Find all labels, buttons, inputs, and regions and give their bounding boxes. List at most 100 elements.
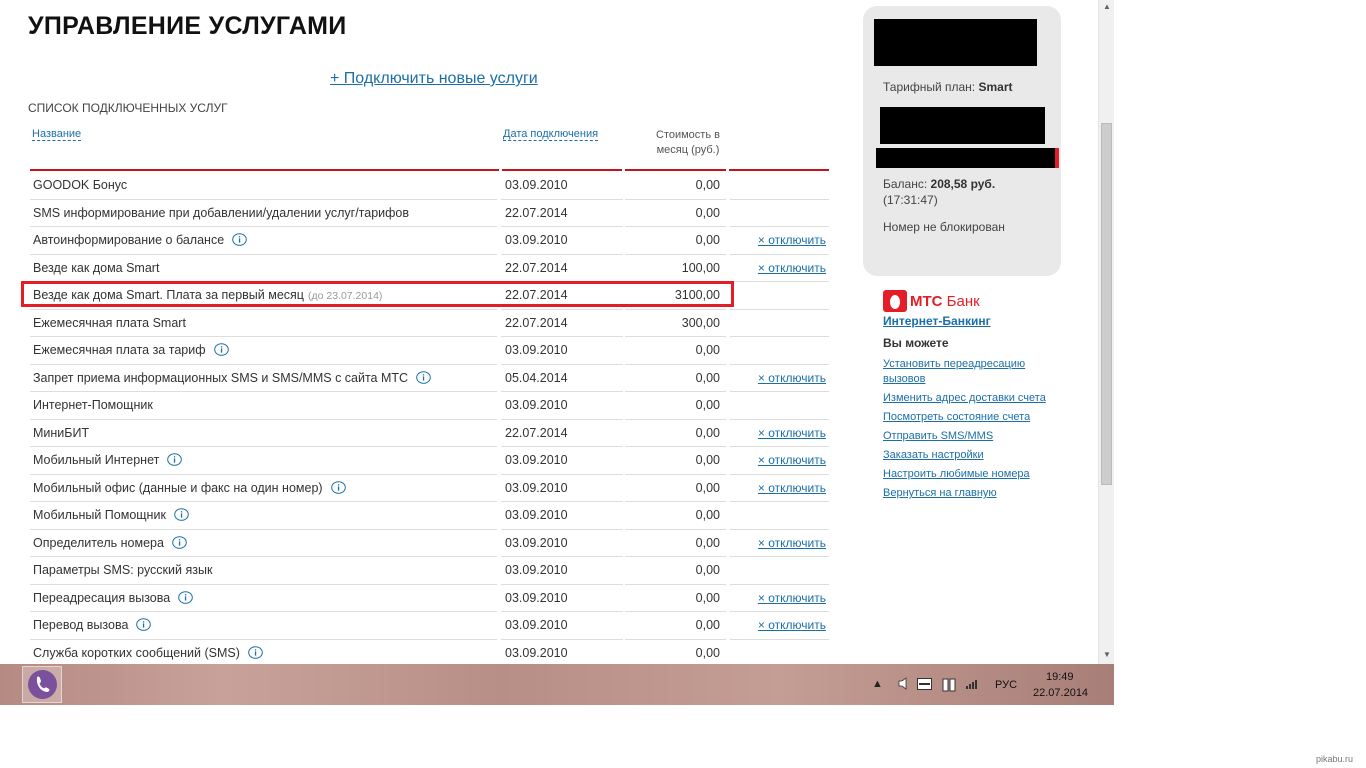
balance-value: 208,58 руб.: [930, 177, 996, 191]
language-indicator[interactable]: РУС: [995, 679, 1017, 691]
bank-action-link[interactable]: Изменить адрес доставки счета: [883, 391, 1058, 406]
action-cell: × отключить: [730, 585, 829, 612]
action-cell: [730, 337, 829, 365]
column-header-date[interactable]: Дата подключения: [503, 128, 599, 141]
mts-bank-title-bank: Банк: [946, 293, 980, 310]
service-row: Мобильный офис (данные и факс на один но…: [30, 475, 829, 502]
info-icon[interactable]: [232, 229, 247, 246]
disable-service-link[interactable]: × отключить: [758, 426, 826, 440]
name-cell: Интернет-Помощник: [30, 392, 497, 420]
info-icon[interactable]: [213, 339, 229, 356]
cost-cell: 0,00: [625, 502, 726, 530]
service-row: Мобильный Интернет 03.09.2010 0,00 × отключ…: [30, 447, 829, 475]
info-icon[interactable]: [136, 614, 152, 631]
action-cell: [730, 640, 829, 665]
action-cell: × отключить: [730, 227, 829, 255]
redacted-block: [876, 148, 1055, 168]
name-cell: Перевод вызова: [30, 612, 497, 640]
info-icon[interactable]: [248, 642, 263, 659]
service-name: SMS информирование при добавлении/удален…: [33, 205, 410, 220]
scroll-up-arrow-icon[interactable]: ▲: [1103, 2, 1111, 11]
service-row: Запрет приема информационных SMS и SMS/M…: [30, 365, 829, 392]
bank-action-link[interactable]: Настроить любимые номера: [883, 467, 1058, 482]
service-row: МиниБИТ 22.07.2014 0,00 × отключить: [30, 420, 829, 447]
cost-cell: 0,00: [625, 530, 726, 557]
bank-action-link[interactable]: Посмотреть состояние счета: [883, 410, 1058, 425]
bank-action-link[interactable]: Заказать настройки: [883, 448, 1058, 463]
column-header-name[interactable]: Название: [32, 128, 82, 141]
date-cell: 22.07.2014: [501, 200, 623, 227]
action-cell: [730, 172, 829, 200]
cost-cell: 0,00: [625, 475, 726, 502]
bank-action-link[interactable]: Отправить SMS/MMS: [883, 429, 1058, 444]
internet-banking-link[interactable]: Интернет-Банкинг: [883, 314, 991, 328]
balance: Баланс: 208,58 руб.: [883, 176, 995, 192]
service-name: GOODOK Бонус: [33, 178, 128, 192]
date-cell: 03.09.2010: [501, 585, 623, 612]
add-services-link[interactable]: + Подключить новые услуги: [330, 70, 538, 88]
date-cell: 05.04.2014: [501, 365, 623, 392]
name-cell: Переадресация вызова: [30, 585, 497, 612]
name-cell: Параметры SMS: русский язык: [30, 557, 497, 585]
service-row: Интернет-Помощник 03.09.2010 0,00: [30, 392, 829, 420]
disable-service-link[interactable]: × отключить: [758, 233, 826, 247]
cost-cell: 0,00: [625, 172, 726, 200]
disable-service-link[interactable]: × отключить: [758, 591, 826, 605]
taskbar-viber-button[interactable]: [22, 666, 62, 703]
sort-by-name-link[interactable]: Название: [32, 128, 82, 141]
keyboard-icon[interactable]: [917, 678, 932, 693]
column-header-cost-line1: Стоимость в: [656, 129, 720, 141]
info-icon[interactable]: [172, 532, 187, 549]
name-cell: Служба коротких сообщений (SMS): [30, 640, 497, 665]
service-name: Параметры SMS: русский язык: [33, 563, 213, 577]
column-header-cost-line2: месяц (руб.): [656, 144, 720, 156]
network-signal-icon[interactable]: [965, 677, 980, 693]
action-cell: [730, 557, 829, 585]
info-icon[interactable]: [167, 449, 183, 466]
disable-service-link[interactable]: × отключить: [758, 453, 826, 467]
volume-icon[interactable]: [898, 677, 908, 693]
vertical-scrollbar[interactable]: ▲ ▼: [1098, 0, 1114, 664]
clock-time[interactable]: 19:49: [1046, 671, 1074, 683]
action-cell: [730, 282, 829, 310]
disable-service-link[interactable]: × отключить: [758, 371, 826, 385]
date-cell: 03.09.2010: [501, 447, 623, 475]
date-cell: 22.07.2014: [501, 255, 623, 282]
header-rule: [729, 169, 829, 171]
name-cell: Автоинформирование о балансе: [30, 227, 497, 255]
name-cell: SMS информирование при добавлении/удален…: [30, 200, 497, 227]
date-cell: 03.09.2010: [501, 392, 623, 420]
redaction-red-edge: [1055, 148, 1059, 168]
scrollbar-thumb[interactable]: [1101, 123, 1112, 485]
clock-date[interactable]: 22.07.2014: [1033, 687, 1088, 699]
info-icon[interactable]: [174, 504, 189, 521]
info-icon[interactable]: [416, 367, 431, 384]
cost-cell: 0,00: [625, 337, 726, 365]
bank-action-link[interactable]: Вернуться на главную: [883, 486, 1058, 501]
scroll-down-arrow-icon[interactable]: ▼: [1103, 650, 1111, 659]
service-row: Ежемесячная плата Smart 22.07.2014 300,00: [30, 310, 829, 337]
disable-service-link[interactable]: × отключить: [758, 261, 826, 275]
header-rule: [502, 169, 622, 171]
disable-service-link[interactable]: × отключить: [758, 536, 826, 550]
tariff-label: Тарифный план:: [883, 80, 976, 94]
date-cell: 22.07.2014: [501, 310, 623, 337]
disable-service-link[interactable]: × отключить: [758, 618, 826, 632]
name-cell: Мобильный Помощник: [30, 502, 497, 530]
disable-service-link[interactable]: × отключить: [758, 481, 826, 495]
service-row: Везде как дома Smart 22.07.2014 100,00 × от…: [30, 255, 829, 282]
bank-action-link[interactable]: Установить переадресацию вызовов: [883, 357, 1058, 387]
tariff-plan: Тарифный план: Smart: [883, 79, 1013, 95]
info-icon[interactable]: [330, 477, 346, 494]
cost-cell: 0,00: [625, 420, 726, 447]
info-icon[interactable]: [178, 587, 194, 604]
mts-bank-title: МТС Банк: [910, 293, 980, 310]
sort-by-date-link[interactable]: Дата подключения: [503, 128, 599, 141]
service-name: Везде как дома Smart: [33, 260, 160, 275]
service-row: Определитель номера 03.09.2010 0,00 × отклю…: [30, 530, 829, 557]
show-hidden-icons-chevron-icon[interactable]: ▲: [872, 678, 883, 690]
name-cell: GOODOK Бонус: [30, 172, 497, 200]
name-cell: Везде как дома Smart: [30, 255, 497, 282]
cost-cell: 0,00: [625, 200, 726, 227]
battery-power-icon[interactable]: [942, 676, 956, 695]
